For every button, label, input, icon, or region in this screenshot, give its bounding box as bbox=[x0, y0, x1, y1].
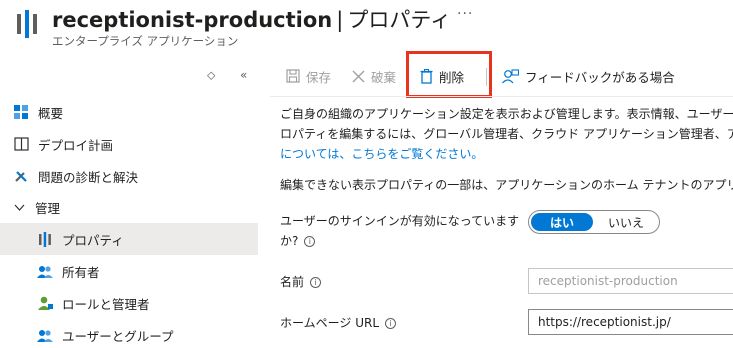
signin-label-line-2: か? i bbox=[280, 231, 519, 251]
delete-highlight-box bbox=[406, 51, 492, 98]
info-icon[interactable]: i bbox=[385, 318, 397, 329]
properties-bars-icon bbox=[37, 231, 53, 247]
homepage-url-field[interactable]: https://receptionist.jp/ bbox=[528, 309, 733, 335]
sidebar-item-deployment-plan[interactable]: デプロイ計画 bbox=[0, 128, 258, 160]
sidebar-item-label: プロパティ bbox=[62, 232, 124, 248]
properties-content: ご自身の組織のアプリケーション設定を表示および管理します。表示情報、ユーザー ロ… bbox=[280, 104, 733, 192]
feedback-label: フィードバックがある場合 bbox=[525, 69, 675, 85]
sidebar-item-label: ユーザーとグループ bbox=[62, 328, 174, 344]
collapse-up-icon[interactable]: ⬦ bbox=[207, 68, 215, 83]
homepage-url-label: ホームページ URL i bbox=[280, 313, 397, 333]
signin-enabled-label: ユーザーのサインインが有効になっています か? i bbox=[280, 211, 519, 251]
intro-line-2: ロパティを編集するには、グローバル管理者、クラウド アプリケーション管理者、アプ… bbox=[280, 127, 733, 141]
sidebar-item-label: 問題の診断と解決 bbox=[38, 169, 139, 185]
people-icon bbox=[37, 263, 53, 279]
name-field[interactable]: receptionist-production bbox=[528, 268, 733, 294]
sidebar-item-label: デプロイ計画 bbox=[38, 137, 114, 153]
role-person-icon bbox=[37, 295, 53, 311]
sidebar-item-owners[interactable]: 所有者 bbox=[0, 255, 258, 287]
resource-name: receptionist-production bbox=[52, 8, 333, 32]
command-bar: 保存 破棄 削除 フィードバックがある場合 bbox=[270, 60, 733, 92]
collapse-sidebar-icon[interactable]: « bbox=[240, 68, 247, 82]
book-icon bbox=[13, 136, 29, 152]
signin-toggle[interactable]: はい いいえ bbox=[528, 210, 660, 234]
toggle-no-option[interactable]: いいえ bbox=[595, 213, 657, 231]
close-icon bbox=[352, 70, 365, 83]
more-options-icon[interactable]: ··· bbox=[457, 6, 473, 22]
sidebar-item-roles[interactable]: ロールと管理者 bbox=[0, 287, 258, 319]
sidebar-item-users-groups[interactable]: ユーザーとグループ bbox=[0, 319, 258, 348]
sidebar-item-label: 所有者 bbox=[62, 264, 100, 280]
feedback-icon bbox=[502, 68, 519, 84]
save-button[interactable]: 保存 bbox=[286, 60, 331, 92]
info-icon[interactable]: i bbox=[310, 277, 322, 288]
wrench-icon bbox=[13, 168, 29, 184]
readonly-note: 編集できない表示プロパティの一部は、アプリケーションのホーム テナントのアプリケ bbox=[280, 178, 733, 192]
toggle-yes-option[interactable]: はい bbox=[531, 213, 593, 231]
feedback-button[interactable]: フィードバックがある場合 bbox=[502, 60, 675, 92]
sidebar-item-overview[interactable]: 概要 bbox=[0, 96, 258, 128]
intro-line-1: ご自身の組織のアプリケーション設定を表示および管理します。表示情報、ユーザー bbox=[280, 107, 733, 121]
toolbar-separator bbox=[270, 96, 733, 97]
save-label: 保存 bbox=[306, 69, 332, 85]
chevron-down-icon bbox=[14, 201, 25, 214]
overview-grid-icon bbox=[13, 104, 29, 120]
sidebar: ⬦ « 概要 デプロイ計画 問題の診断と解決 管理 プロパティ 所有者 ロールと… bbox=[0, 58, 260, 348]
sidebar-item-label: 概要 bbox=[38, 105, 64, 121]
signin-label-line-1: ユーザーのサインインが有効になっています bbox=[280, 214, 520, 228]
sidebar-item-properties[interactable]: プロパティ bbox=[0, 223, 258, 255]
discard-button[interactable]: 破棄 bbox=[352, 60, 396, 92]
page-subtitle: エンタープライズ アプリケーション bbox=[52, 34, 239, 48]
title-separator: | bbox=[336, 8, 344, 32]
discard-label: 破棄 bbox=[371, 69, 397, 85]
intro-text: ご自身の組織のアプリケーション設定を表示および管理します。表示情報、ユーザー ロ… bbox=[280, 104, 733, 164]
page-header: receptionist-production | プロパティ ··· エンタープラ… bbox=[0, 0, 733, 56]
users-groups-icon bbox=[37, 327, 53, 343]
sidebar-item-label: ロールと管理者 bbox=[62, 296, 150, 312]
page-name: プロパティ bbox=[347, 8, 452, 32]
learn-more-link[interactable]: については、こちらをご覧ください。 bbox=[280, 144, 733, 164]
save-icon bbox=[286, 69, 300, 83]
sidebar-group-manage[interactable]: 管理 bbox=[0, 191, 258, 223]
sidebar-item-diagnose[interactable]: 問題の診断と解決 bbox=[0, 160, 258, 192]
page-title: receptionist-production | プロパティ bbox=[52, 4, 451, 34]
app-properties-icon bbox=[16, 10, 38, 38]
name-label: 名前 i bbox=[280, 272, 322, 292]
sidebar-group-label: 管理 bbox=[35, 200, 61, 216]
info-icon[interactable]: i bbox=[304, 236, 316, 247]
